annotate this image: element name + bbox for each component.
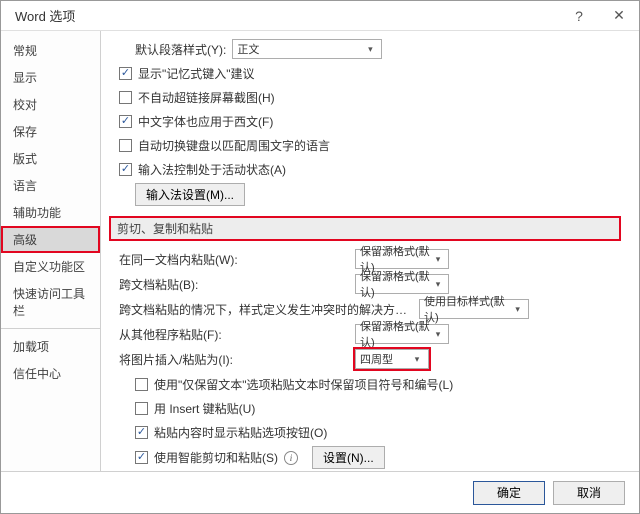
auto-keyboard-label: 自动切换键盘以匹配周围文字的语言 [138, 137, 330, 154]
show-autocomplete-label: 显示"记忆式键入"建议 [138, 65, 255, 82]
chevron-down-icon: ▾ [511, 304, 524, 315]
sidebar-item-trust-center[interactable]: 信任中心 [1, 360, 100, 387]
paste-conflict-label: 跨文档粘贴的情况下，样式定义发生冲突时的解决方法(E): [119, 301, 419, 318]
default-paragraph-label: 默认段落样式(Y): [135, 41, 226, 58]
show-autocomplete-checkbox[interactable] [119, 67, 132, 80]
paste-cross-doc-combo[interactable]: 保留源格式(默认)▾ [355, 274, 449, 294]
help-button[interactable]: ? [559, 1, 599, 30]
default-paragraph-combo[interactable]: 正文▾ [232, 39, 382, 59]
insert-key-label: 用 Insert 键粘贴(U) [154, 400, 255, 417]
no-auto-hyperlink-label: 不自动超链接屏幕截图(H) [138, 89, 275, 106]
sidebar-item-advanced[interactable]: 高级 [1, 226, 100, 253]
sidebar-item-proofing[interactable]: 校对 [1, 91, 100, 118]
paste-cross-doc-label: 跨文档粘贴(B): [119, 276, 355, 293]
ok-button[interactable]: 确定 [473, 481, 545, 505]
sidebar-item-save[interactable]: 保存 [1, 118, 100, 145]
chinese-font-checkbox[interactable] [119, 115, 132, 128]
titlebar: Word 选项 ? ✕ [1, 1, 639, 31]
cancel-button[interactable]: 取消 [553, 481, 625, 505]
paste-same-doc-label: 在同一文档内粘贴(W): [119, 251, 355, 268]
insert-key-checkbox[interactable] [135, 402, 148, 415]
chevron-down-icon: ▾ [410, 354, 424, 365]
ime-control-checkbox[interactable] [119, 163, 132, 176]
ime-control-label: 输入法控制处于活动状态(A) [138, 161, 286, 178]
dialog-footer: 确定 取消 [1, 471, 639, 513]
keep-bullets-label: 使用"仅保留文本"选项粘贴文本时保留项目符号和编号(L) [154, 376, 453, 393]
show-paste-options-checkbox[interactable] [135, 426, 148, 439]
section-cut-copy-paste: 剪切、复制和粘贴 [109, 216, 621, 241]
sidebar-item-quick-access[interactable]: 快速访问工具栏 [1, 280, 100, 324]
ime-settings-button[interactable]: 输入法设置(M)... [135, 183, 245, 206]
no-auto-hyperlink-checkbox[interactable] [119, 91, 132, 104]
sidebar-item-language[interactable]: 语言 [1, 172, 100, 199]
chevron-down-icon: ▾ [432, 279, 444, 290]
chinese-font-label: 中文字体也应用于西文(F) [138, 113, 273, 130]
auto-keyboard-checkbox[interactable] [119, 139, 132, 152]
chevron-down-icon: ▾ [363, 44, 377, 55]
chevron-down-icon: ▾ [432, 254, 444, 265]
sidebar: 常规 显示 校对 保存 版式 语言 辅助功能 高级 自定义功能区 快速访问工具栏… [1, 31, 101, 471]
chevron-down-icon: ▾ [432, 329, 444, 340]
paste-conflict-combo[interactable]: 使用目标样式(默认)▾ [419, 299, 529, 319]
sidebar-item-general[interactable]: 常规 [1, 37, 100, 64]
paste-other-prog-label: 从其他程序粘贴(F): [119, 326, 355, 343]
smart-cut-checkbox[interactable] [135, 451, 148, 464]
paste-other-prog-combo[interactable]: 保留源格式(默认)▾ [355, 324, 449, 344]
sidebar-item-layout[interactable]: 版式 [1, 145, 100, 172]
sidebar-item-customize-ribbon[interactable]: 自定义功能区 [1, 253, 100, 280]
info-icon[interactable]: i [284, 451, 298, 465]
insert-picture-combo[interactable]: 四周型▾ [355, 349, 429, 369]
sidebar-item-accessibility[interactable]: 辅助功能 [1, 199, 100, 226]
sidebar-item-display[interactable]: 显示 [1, 64, 100, 91]
show-paste-options-label: 粘贴内容时显示粘贴选项按钮(O) [154, 424, 327, 441]
keep-bullets-checkbox[interactable] [135, 378, 148, 391]
insert-picture-label: 将图片插入/粘贴为(I): [119, 351, 355, 368]
smart-cut-label: 使用智能剪切和粘贴(S) [154, 449, 278, 466]
sidebar-item-addins[interactable]: 加载项 [1, 333, 100, 360]
close-button[interactable]: ✕ [599, 1, 639, 30]
paste-same-doc-combo[interactable]: 保留源格式(默认)▾ [355, 249, 449, 269]
smart-cut-settings-button[interactable]: 设置(N)... [312, 446, 385, 469]
dialog-title: Word 选项 [15, 6, 75, 25]
